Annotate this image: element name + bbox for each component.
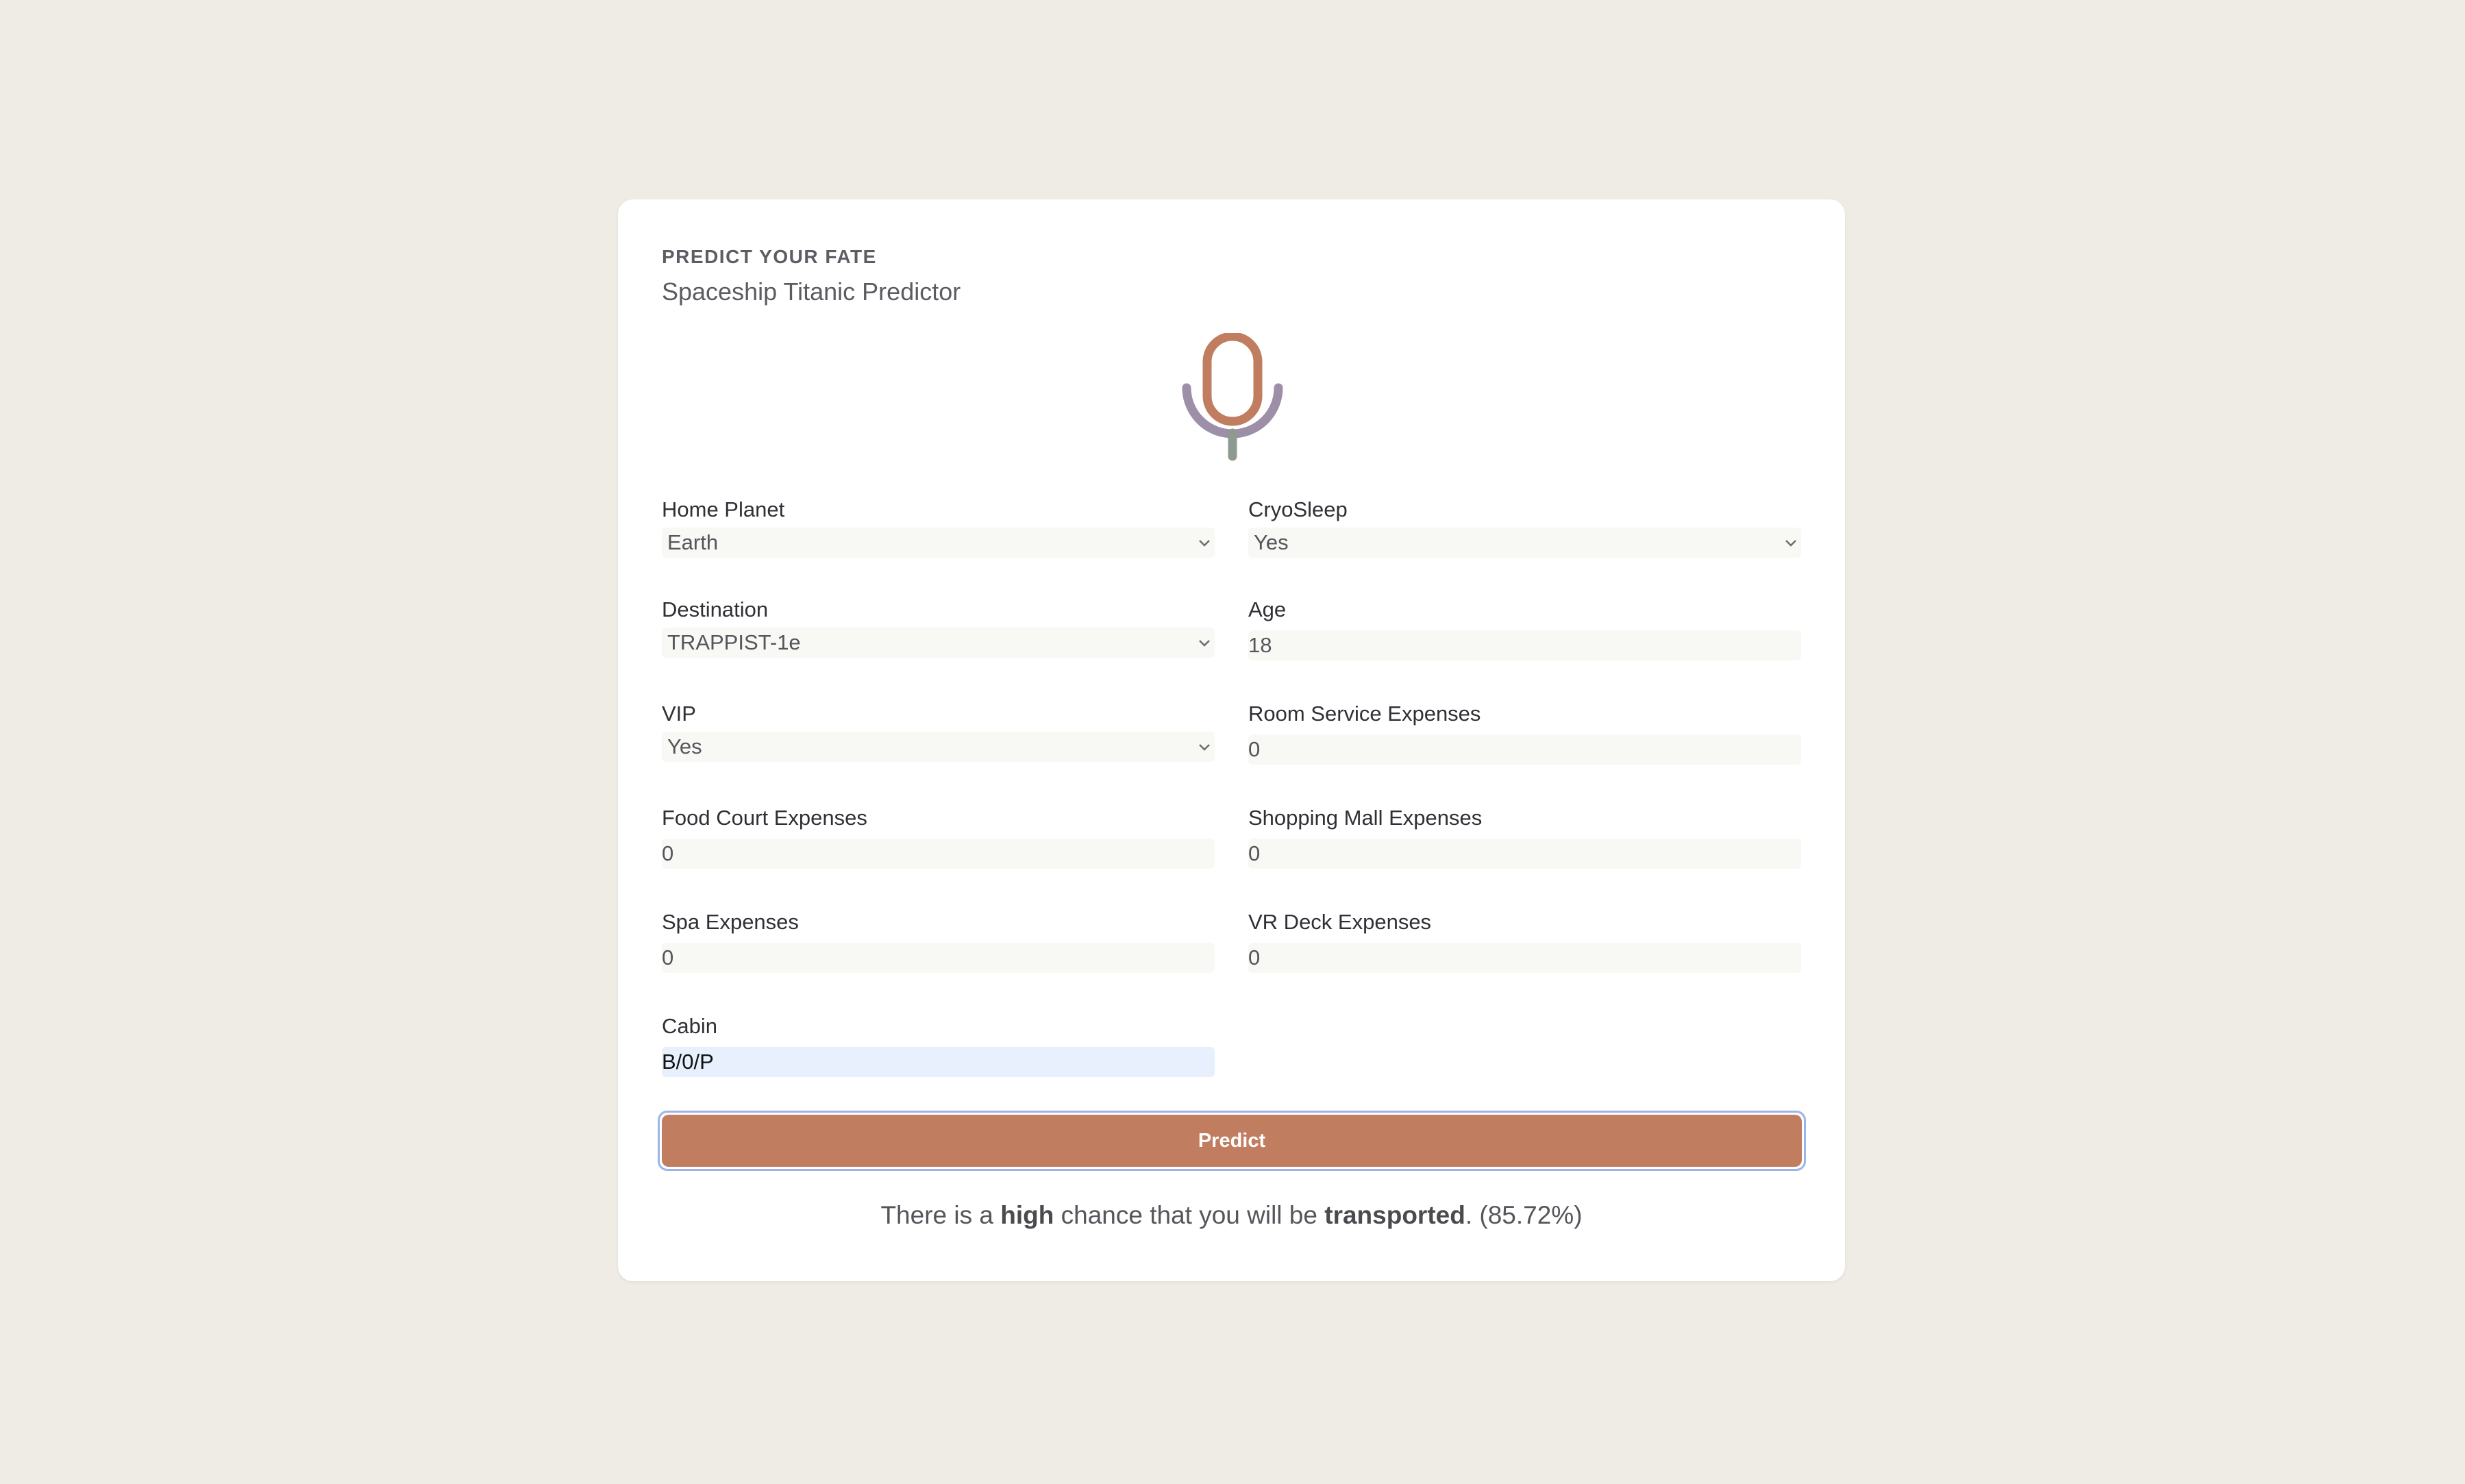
age-label: Age — [1248, 597, 1287, 621]
home-planet-select[interactable]: Earth — [662, 528, 1215, 558]
food-court-value: 0 — [662, 841, 674, 865]
destination-field: Destination TRAPPIST-1e — [662, 596, 1215, 658]
food-court-label: Food Court Expenses — [662, 806, 867, 830]
room-service-label: Room Service Expenses — [1248, 702, 1481, 726]
room-service-input[interactable]: 0 — [1248, 734, 1801, 765]
spa-input[interactable]: 0 — [662, 943, 1215, 973]
chevron-down-icon — [1199, 640, 1210, 647]
shopping-mall-label: Shopping Mall Expenses — [1248, 806, 1483, 830]
chevron-down-icon — [1199, 744, 1210, 751]
home-planet-label: Home Planet — [662, 497, 785, 521]
cryosleep-field: CryoSleep Yes — [1248, 496, 1801, 558]
destination-value: TRAPPIST-1e — [667, 630, 801, 654]
food-court-input[interactable]: 0 — [662, 839, 1215, 869]
age-input[interactable]: 18 — [1248, 630, 1801, 660]
result-suffix: . (85.72%) — [1465, 1201, 1583, 1229]
vr-deck-field: VR Deck Expenses 0 — [1248, 908, 1801, 973]
vip-label: VIP — [662, 702, 696, 726]
spa-value: 0 — [662, 945, 674, 969]
room-service-value: 0 — [1248, 737, 1261, 761]
vip-select[interactable]: Yes — [662, 732, 1215, 762]
eyebrow-label: PREDICT YOUR FATE — [662, 246, 877, 267]
age-value: 18 — [1248, 633, 1272, 657]
cryosleep-value: Yes — [1254, 530, 1289, 554]
result-prefix: There is a — [880, 1201, 1001, 1229]
cabin-label: Cabin — [662, 1014, 717, 1038]
shopping-mall-value: 0 — [1248, 841, 1261, 865]
result-middle: chance that you will be — [1054, 1201, 1325, 1229]
home-planet-value: Earth — [667, 530, 719, 554]
vip-field: VIP Yes — [662, 700, 1215, 762]
vr-deck-input[interactable]: 0 — [1248, 943, 1801, 973]
destination-select[interactable]: TRAPPIST-1e — [662, 628, 1215, 658]
room-service-field: Room Service Expenses 0 — [1248, 700, 1801, 765]
shopping-mall-input[interactable]: 0 — [1248, 839, 1801, 869]
chevron-down-icon — [1199, 540, 1210, 547]
spa-label: Spa Expenses — [662, 910, 799, 934]
cryosleep-select[interactable]: Yes — [1248, 528, 1801, 558]
chevron-down-icon — [1785, 540, 1796, 547]
vr-deck-value: 0 — [1248, 945, 1261, 969]
predictor-card: PREDICT YOUR FATE Spaceship Titanic Pred… — [618, 199, 1845, 1281]
prediction-result: There is a high chance that you will be … — [618, 1201, 1845, 1230]
vip-value: Yes — [667, 734, 702, 758]
destination-label: Destination — [662, 597, 769, 621]
cabin-input[interactable]: B/0/P — [662, 1047, 1215, 1077]
vr-deck-label: VR Deck Expenses — [1248, 910, 1432, 934]
page-title: Spaceship Titanic Predictor — [662, 277, 961, 306]
home-planet-field: Home Planet Earth — [662, 496, 1215, 558]
age-field: Age 18 — [1248, 596, 1801, 660]
food-court-field: Food Court Expenses 0 — [662, 804, 1215, 869]
predict-button[interactable]: Predict — [662, 1115, 1802, 1167]
cryosleep-label: CryoSleep — [1248, 497, 1348, 521]
cabin-value: B/0/P — [662, 1050, 714, 1074]
result-outcome: transported — [1324, 1201, 1465, 1229]
cabin-field: Cabin B/0/P — [662, 1013, 1215, 1077]
result-level: high — [1000, 1201, 1054, 1229]
spa-field: Spa Expenses 0 — [662, 908, 1215, 973]
microphone-icon — [1182, 333, 1283, 461]
shopping-mall-field: Shopping Mall Expenses 0 — [1248, 804, 1801, 869]
